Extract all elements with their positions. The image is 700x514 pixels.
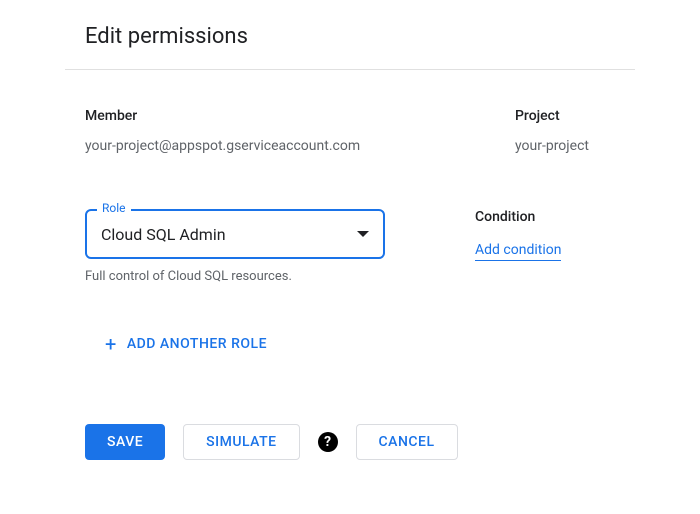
- role-selected-value: Cloud SQL Admin: [101, 225, 357, 244]
- role-select[interactable]: Role Cloud SQL Admin: [85, 209, 385, 259]
- add-another-role-button[interactable]: + ADD ANOTHER ROLE: [105, 332, 267, 356]
- role-legend: Role: [97, 201, 131, 215]
- chevron-down-icon: [357, 231, 369, 237]
- plus-icon: +: [105, 332, 117, 356]
- add-condition-link[interactable]: Add condition: [475, 242, 561, 261]
- button-row: SAVE SIMULATE ? CANCEL: [85, 424, 615, 460]
- project-value: your-project: [515, 138, 615, 154]
- info-row: Member your-project@appspot.gserviceacco…: [85, 108, 615, 154]
- member-value: your-project@appspot.gserviceaccount.com: [85, 138, 515, 154]
- divider: [65, 69, 635, 70]
- help-icon[interactable]: ?: [318, 432, 338, 452]
- simulate-button[interactable]: SIMULATE: [183, 424, 299, 460]
- cancel-button[interactable]: CANCEL: [356, 424, 458, 460]
- condition-label: Condition: [475, 209, 615, 225]
- save-button[interactable]: SAVE: [85, 424, 165, 460]
- member-label: Member: [85, 108, 515, 124]
- project-label: Project: [515, 108, 615, 124]
- role-row: Role Cloud SQL Admin Full control of Clo…: [85, 209, 615, 284]
- add-role-label: ADD ANOTHER ROLE: [127, 336, 267, 352]
- page-title: Edit permissions: [85, 24, 615, 69]
- role-description: Full control of Cloud SQL resources.: [85, 269, 470, 284]
